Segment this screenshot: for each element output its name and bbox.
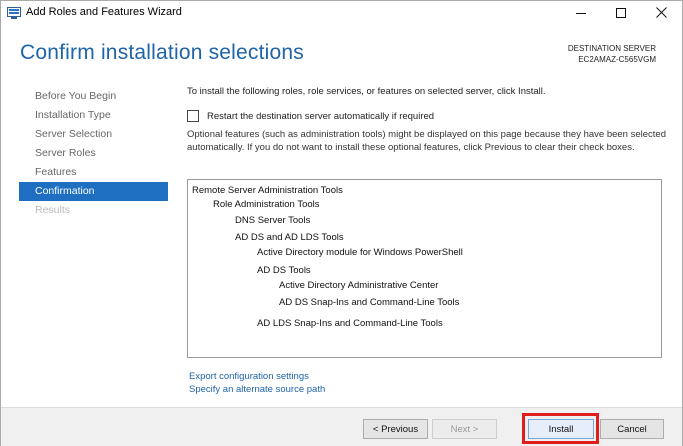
restart-option[interactable]: Restart the destination server automatic…: [187, 110, 434, 122]
export-configuration-link[interactable]: Export configuration settings: [189, 371, 309, 382]
list-item: AD DS and AD LDS Tools: [235, 232, 344, 243]
selections-list[interactable]: Remote Server Administration Tools Role …: [187, 179, 662, 358]
list-item: Active Directory module for Windows Powe…: [257, 247, 463, 258]
sidebar-item-confirmation[interactable]: Confirmation: [19, 182, 168, 201]
destination-server-label: DESTINATION SERVER: [567, 44, 656, 53]
sidebar-item-installation-type[interactable]: Installation Type: [19, 106, 168, 125]
close-button[interactable]: [641, 1, 681, 25]
close-icon: [655, 6, 667, 21]
list-item: AD DS Tools: [257, 265, 311, 276]
wizard-sidebar: Before You Begin Installation Type Serve…: [19, 87, 168, 220]
list-item: Remote Server Administration Tools: [192, 185, 343, 196]
sidebar-item-features[interactable]: Features: [19, 163, 168, 182]
sidebar-item-server-roles[interactable]: Server Roles: [19, 144, 168, 163]
restart-checkbox[interactable]: [187, 110, 199, 122]
destination-server-name: EC2AMAZ-C565VGM: [578, 55, 656, 64]
server-manager-icon: [7, 6, 21, 19]
intro-text: To install the following roles, role ser…: [187, 86, 546, 97]
minimize-icon: [576, 12, 586, 14]
title-bar[interactable]: Add Roles and Features Wizard: [1, 1, 682, 25]
sidebar-item-server-selection[interactable]: Server Selection: [19, 125, 168, 144]
previous-button[interactable]: < Previous: [363, 419, 428, 439]
restart-checkbox-label[interactable]: Restart the destination server automatic…: [207, 111, 434, 122]
list-item: AD LDS Snap-Ins and Command-Line Tools: [257, 318, 443, 329]
list-item: AD DS Snap-Ins and Command-Line Tools: [279, 297, 460, 308]
list-item: DNS Server Tools: [235, 215, 311, 226]
list-item: Role Administration Tools: [213, 199, 320, 210]
list-item: Active Directory Administrative Center: [279, 280, 439, 291]
minimize-button[interactable]: [561, 1, 601, 25]
window-title: Add Roles and Features Wizard: [26, 6, 182, 18]
alternate-source-path-link[interactable]: Specify an alternate source path: [189, 384, 325, 395]
install-button[interactable]: Install: [528, 419, 594, 439]
cancel-button[interactable]: Cancel: [600, 419, 664, 439]
optional-features-note: Optional features (such as administratio…: [187, 129, 666, 153]
page-title: Confirm installation selections: [20, 41, 304, 64]
wizard-window: Add Roles and Features Wizard Confirm in…: [0, 0, 683, 446]
maximize-icon: [616, 8, 626, 18]
sidebar-item-before-you-begin[interactable]: Before You Begin: [19, 87, 168, 106]
maximize-button[interactable]: [601, 1, 641, 25]
next-button: Next >: [432, 419, 497, 439]
sidebar-item-results: Results: [35, 204, 71, 216]
